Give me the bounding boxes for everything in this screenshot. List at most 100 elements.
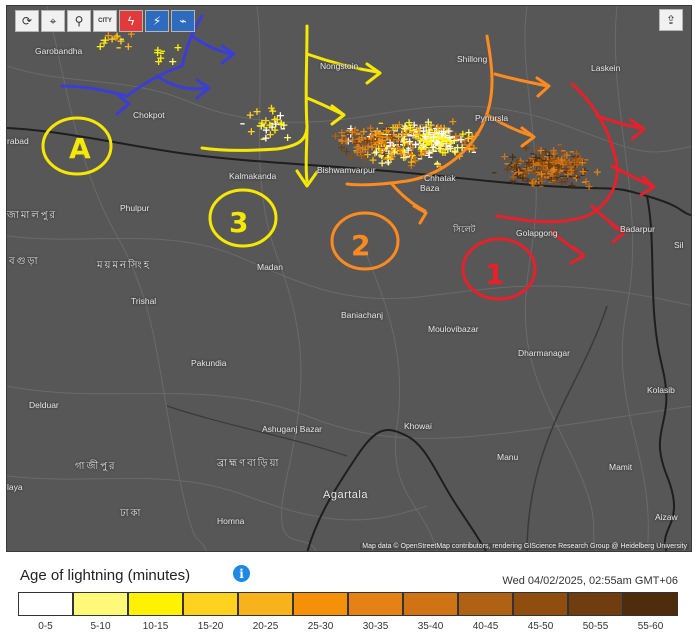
legend-title: Age of lightning (minutes) (20, 567, 191, 584)
place-label: Chhatak (424, 173, 456, 183)
place-label: ব্রাহ্মণবাড়িয়া (217, 458, 281, 469)
legend-swatch (182, 592, 238, 616)
locate-button[interactable]: ⌖ (41, 10, 65, 32)
lightning-strike-marker: – (356, 126, 362, 139)
legend-bin-label: 10-15 (142, 621, 169, 632)
place-label: Agartala (323, 489, 368, 501)
lightning-strike-marker: + (593, 166, 602, 179)
legend-bin-label: 50-55 (582, 621, 609, 632)
lightning-strike-marker: – (396, 134, 402, 147)
refresh-icon: ⟳ (21, 14, 33, 28)
strike-icon: ⚡ (152, 14, 162, 28)
share-icon: ⇪ (665, 13, 677, 27)
signal-icon: ⌁ (179, 14, 187, 28)
place-label: Baniachanj (341, 310, 384, 320)
signal-toggle-button[interactable]: ⌁ (171, 10, 195, 32)
lightning-map[interactable]: – + – + – + + + + + – – + – + + + – + – + – + – + + + + – + + – – + + + – + + +… (6, 5, 692, 552)
lightning-strike-marker: + (421, 130, 430, 143)
place-label: Kalmakanda (229, 171, 277, 181)
place-label: Trishal (131, 296, 157, 306)
lightning-strike-marker: + (375, 130, 384, 143)
place-label: Nongstoin (320, 61, 359, 71)
legend-bin: 10-15 (127, 592, 183, 632)
lightning-strike-marker: + (341, 134, 350, 147)
city-toggle-button[interactable]: CITY (93, 10, 117, 32)
lightning-strike-marker: + (101, 33, 110, 46)
place-label: গাজীপুর (75, 461, 117, 472)
lightning-strike-marker: + (572, 158, 581, 171)
legend-bin: 0-5 (17, 592, 73, 632)
info-icon[interactable]: i (233, 565, 250, 582)
place-label: Madan (257, 262, 283, 272)
place-label: Bishwamvarpur (317, 165, 376, 175)
place-label: সিলেট (453, 224, 476, 234)
map-attribution: Map data © OpenStreetMap contributors, r… (360, 543, 689, 550)
lightning-strike-marker: – (447, 131, 453, 144)
legend-bin: 5-10 (72, 592, 128, 632)
legend-bin: 45-50 (512, 592, 568, 632)
legend-swatch (17, 592, 73, 616)
place-label: Baza (420, 183, 440, 193)
place-label: Moulovibazar (428, 324, 479, 334)
place-label: Kolasib (647, 385, 675, 395)
legend-swatch (512, 592, 568, 616)
lightning-strike-marker: + (406, 121, 415, 134)
legend-bin: 40-45 (457, 592, 513, 632)
place-label: laya (7, 482, 23, 492)
place-label: Sil (674, 240, 684, 250)
map-toolbar: ⟳ ⌖ ⚲ CITY ϟ ⚡ ⌁ (15, 10, 195, 32)
place-label: ময়মনসিংহ (97, 260, 151, 271)
legend-bin-label: 30-35 (362, 621, 389, 632)
share-button[interactable]: ⇪ (659, 9, 683, 31)
timestamp: Wed 04/02/2025, 02:55am GMT+06 (502, 575, 678, 587)
zoom-button[interactable]: ⚲ (67, 10, 91, 32)
zoom-icon: ⚲ (74, 14, 84, 28)
legend-bin-label: 15-20 (197, 621, 224, 632)
place-label: Dharmanagar (518, 348, 570, 358)
lightning-strike-marker: – (273, 112, 279, 125)
legend-bin-label: 55-60 (637, 621, 664, 632)
lightning-strike-marker: – (492, 166, 498, 179)
lightning-strike-marker: + (549, 163, 558, 176)
legend-bin: 50-55 (567, 592, 623, 632)
lightning-strike-marker: + (456, 133, 465, 146)
lightning-strike-marker: + (168, 55, 177, 68)
place-label: Garobandha (35, 46, 83, 56)
place-label: Manu (497, 452, 519, 462)
place-label: Pynursla (475, 113, 509, 123)
place-label: Mamit (609, 462, 633, 472)
legend-bin: 30-35 (347, 592, 403, 632)
annotation-label: 3 (229, 206, 248, 239)
lightning-strike-marker: + (111, 31, 120, 44)
legend-bin-label: 20-25 (252, 621, 279, 632)
age-color-scale: 0-5 5-10 10-15 15-20 20-25 25-30 30-35 3… (17, 592, 678, 632)
legend-swatch (347, 592, 403, 616)
lightning-strike-marker: + (353, 146, 362, 159)
place-label: Pakundia (191, 358, 227, 368)
place-label: Phulpur (120, 203, 150, 213)
strike-toggle-button[interactable]: ⚡ (145, 10, 169, 32)
legend-swatch (622, 592, 678, 616)
legend-bin: 15-20 (182, 592, 238, 632)
lightning-strike-marker: + (173, 41, 182, 54)
place-label: বগুড়া (9, 256, 40, 267)
place-label: Badarpur (620, 224, 655, 234)
place-label: Delduar (29, 400, 59, 410)
legend-bin: 55-60 (622, 592, 678, 632)
lightning-strike-marker: – (568, 170, 574, 183)
legend-bin: 20-25 (237, 592, 293, 632)
lightning-strike-marker: + (247, 125, 256, 138)
legend-swatch (292, 592, 348, 616)
city-icon: CITY (98, 18, 112, 24)
place-label: Golapgong (516, 228, 558, 238)
lightning-strike-marker: – (435, 135, 441, 148)
refresh-button[interactable]: ⟳ (15, 10, 39, 32)
place-label: জামালপুর (7, 210, 58, 221)
lightning-strike-marker: – (584, 153, 590, 166)
lightning-strike-marker: + (261, 132, 270, 145)
annotation-label: A (69, 132, 91, 165)
legend-swatch (237, 592, 293, 616)
legend-bin: 35-40 (402, 592, 458, 632)
lightning-strike-marker: – (575, 171, 581, 184)
lightning-toggle-button[interactable]: ϟ (119, 10, 143, 32)
